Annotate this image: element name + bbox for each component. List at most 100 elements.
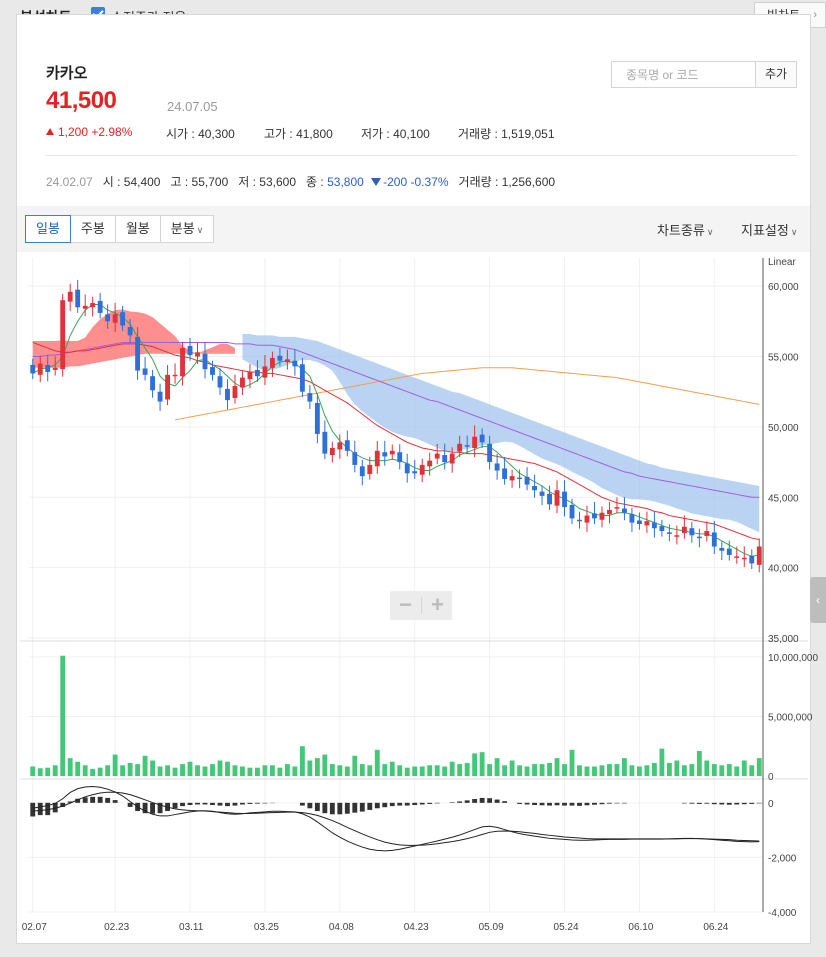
candle-body — [479, 434, 485, 443]
candle-body — [45, 364, 51, 372]
candle-body — [127, 326, 133, 336]
volume-bar — [524, 766, 530, 776]
candle-body — [487, 443, 493, 463]
macd-bar — [202, 802, 208, 805]
volume-bars — [30, 655, 762, 776]
macd-bar — [367, 802, 373, 810]
candle — [165, 365, 170, 406]
candle-body — [704, 531, 710, 536]
candle-body — [97, 300, 103, 313]
candle — [666, 524, 672, 542]
volume-bar — [726, 764, 732, 776]
volume-bar — [75, 761, 81, 776]
zoom-out-button[interactable]: − — [390, 591, 421, 620]
candle — [240, 371, 245, 395]
candle — [719, 541, 725, 561]
candle-body — [352, 452, 358, 465]
candle-body — [389, 450, 395, 455]
volume-bar — [382, 764, 388, 776]
macd-bar — [599, 802, 605, 805]
candle-body — [269, 357, 275, 368]
candle-body — [434, 453, 440, 459]
macd-bar — [225, 802, 230, 807]
candle-body — [539, 491, 545, 496]
volume-bar — [442, 766, 448, 776]
price-tick-label: 35,000 — [768, 634, 799, 645]
candle-body — [397, 452, 403, 463]
macd-bar — [262, 802, 268, 804]
candle-body — [442, 455, 448, 463]
candle — [562, 480, 567, 517]
volume-bar — [681, 765, 687, 776]
volume-bar — [494, 758, 500, 776]
candle-body — [37, 363, 43, 375]
price-tick-label: 50,000 — [768, 423, 799, 434]
zoom-in-button[interactable]: + — [422, 591, 453, 620]
macd-bar — [487, 798, 493, 803]
stock-chart[interactable]: Linear 60,000 55,000 50,000 45,000 40,000 35,0… — [0, 0, 826, 957]
volume-bar — [52, 765, 58, 776]
macd-bar — [322, 802, 328, 814]
candle — [299, 357, 305, 398]
price-tick-label: 60,000 — [768, 282, 799, 293]
candle-body — [359, 466, 365, 477]
macd-bar — [494, 799, 500, 803]
candle-body — [532, 486, 537, 491]
candle — [352, 440, 358, 473]
macd-bar — [562, 802, 567, 806]
volume-bar — [30, 766, 36, 776]
candle — [689, 521, 695, 543]
candle-body — [262, 366, 268, 378]
volume-bar — [487, 764, 493, 776]
candle — [382, 440, 388, 466]
x-tick-label: 02.07 — [22, 922, 47, 933]
x-tick-label: 05.09 — [479, 922, 504, 933]
macd-bar — [397, 802, 403, 806]
candle — [509, 469, 515, 488]
candle-body — [734, 556, 740, 558]
volume-bar — [741, 760, 747, 776]
volume-bar — [389, 761, 395, 776]
candle — [741, 546, 747, 568]
candle-body — [314, 402, 320, 434]
candle — [734, 546, 740, 564]
macd-bar — [359, 802, 365, 812]
candle-body — [150, 376, 156, 391]
volume-bar — [562, 764, 567, 776]
candle — [90, 296, 96, 317]
volume-bar — [187, 761, 193, 776]
macd-histogram — [30, 796, 762, 817]
side-panel-toggle[interactable]: ‹ — [810, 577, 826, 623]
macd-bar — [711, 802, 717, 805]
volume-bar — [397, 765, 403, 776]
candle-body — [651, 522, 657, 529]
candle — [622, 497, 627, 521]
volume-bar — [97, 767, 103, 776]
candle-body — [292, 360, 298, 367]
volume-bar — [547, 762, 552, 776]
volume-bar — [419, 766, 425, 776]
tab-daily[interactable]: 일봉 — [25, 215, 71, 243]
macd-bar — [389, 802, 395, 807]
candle-body — [659, 526, 665, 532]
volume-bar — [577, 765, 582, 776]
candle-body — [636, 520, 642, 524]
candle-body — [255, 369, 260, 377]
macd-bar — [382, 802, 388, 808]
volume-bar — [449, 761, 455, 776]
candle-body — [681, 526, 687, 534]
volume-bar — [105, 765, 111, 776]
candle-body — [547, 493, 552, 505]
macd-bar — [210, 802, 215, 806]
candle-body — [569, 505, 575, 519]
candle-body — [277, 355, 283, 361]
macd-bar — [719, 802, 725, 805]
candle — [577, 511, 582, 529]
x-tick-label: 03.11 — [179, 922, 204, 933]
candle-body — [105, 314, 111, 322]
candle-body — [120, 312, 126, 326]
candle-body — [90, 303, 96, 308]
candle — [524, 467, 530, 491]
volume-bar — [756, 758, 762, 776]
candle-body — [165, 374, 170, 400]
